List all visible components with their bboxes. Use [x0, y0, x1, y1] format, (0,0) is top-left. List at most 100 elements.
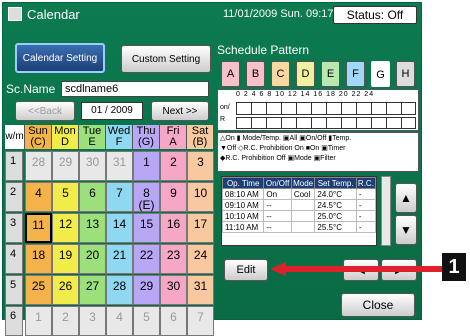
- week-number: 5: [5, 275, 23, 305]
- table-cell: 10:10 AM: [221, 210, 265, 222]
- schedule-name-label: Sc.Name: [6, 82, 56, 96]
- calendar-day-cell[interactable]: 17: [187, 213, 214, 243]
- week-number: 2: [5, 182, 23, 212]
- table-cell: -: [355, 210, 377, 222]
- scroll-down-button[interactable]: ▼: [395, 215, 417, 245]
- legend-line: ◆R.C. Prohibition Off ▣Mode ▣Filter: [220, 155, 336, 162]
- table-row[interactable]: 09:10 AM -- 24.5°C -: [221, 199, 377, 211]
- pattern-button-b[interactable]: B: [246, 61, 265, 87]
- day-header-thu: Thu (G): [133, 125, 160, 149]
- calendar-day-cell[interactable]: 13: [79, 213, 106, 243]
- calendar-day-cell[interactable]: 26: [52, 275, 79, 305]
- calendar-day-cell[interactable]: 30: [160, 275, 187, 305]
- calendar-day-cell[interactable]: 3: [187, 151, 214, 181]
- legend-line: △On ▮ Mode/Temp. ▣All ▣On/Off ▮Temp.: [220, 135, 352, 142]
- tab-calendar-setting[interactable]: Calendar Setting: [15, 43, 105, 73]
- column-header: Set Temp.: [314, 177, 357, 189]
- calendar-day-cell[interactable]: 22: [133, 244, 160, 274]
- table-row[interactable]: 08:10 AM On Cool 24.0°C -: [221, 188, 377, 200]
- calendar-day-cell[interactable]: 1: [133, 151, 160, 181]
- calendar-day-cell[interactable]: 6: [160, 306, 187, 336]
- pattern-button-c[interactable]: C: [271, 61, 290, 87]
- table-header-row: Op. Time On/Off Mode Set Temp. R.C.: [221, 177, 377, 189]
- calendar-day-cell[interactable]: 2: [52, 306, 79, 336]
- calendar-day-cell[interactable]: 31: [106, 151, 133, 181]
- legend: △On ▮ Mode/Temp. ▣All ▣On/Off ▮Temp. ▼Of…: [217, 132, 419, 172]
- calendar-day-cell[interactable]: 27: [79, 275, 106, 305]
- calendar-day-cell[interactable]: 4: [25, 182, 52, 212]
- day-header-sun: Sun (C): [25, 125, 52, 149]
- calendar-day-cell[interactable]: 5: [52, 182, 79, 212]
- calendar-day-cell[interactable]: 28: [106, 275, 133, 305]
- back-button[interactable]: <<Back: [15, 101, 75, 121]
- table-cell: 11:10 AM: [221, 221, 265, 233]
- table-scrollbar[interactable]: [381, 176, 391, 246]
- calendar-day-cell[interactable]: 24: [187, 244, 214, 274]
- calendar-day-cell[interactable]: 29: [133, 275, 160, 305]
- scroll-up-button[interactable]: ▲: [395, 183, 417, 213]
- pattern-button-g[interactable]: G: [371, 61, 390, 87]
- column-header: On/Off: [263, 177, 292, 189]
- status-badge: Status: Off: [333, 6, 417, 24]
- calendar-day-cell[interactable]: 6: [79, 182, 106, 212]
- table-cell: --: [263, 221, 292, 233]
- table-row[interactable]: 11:10 AM -- 25.5°C -: [221, 221, 377, 233]
- timeline-hours: 0 2 4 6 8 10 12 14 16 18 20 22 24: [236, 91, 375, 98]
- day-header-wed: Wed F: [106, 125, 133, 149]
- legend-line: ▼Off ◇R.C. Prohibition On ■On ▣Timer: [220, 145, 346, 152]
- calendar-day-cell[interactable]: 10: [187, 182, 214, 212]
- calendar-day-cell[interactable]: 15: [133, 213, 160, 243]
- calendar-day-cell[interactable]: 3: [79, 306, 106, 336]
- table-cell: 24.5°C: [314, 199, 357, 211]
- pattern-button-a[interactable]: A: [221, 61, 240, 87]
- calendar-day-cell[interactable]: 20: [79, 244, 106, 274]
- column-header: R.C.: [355, 177, 377, 189]
- calendar-day-cell[interactable]: 31: [187, 275, 214, 305]
- calendar-day-cell[interactable]: 4: [106, 306, 133, 336]
- calendar-day-cell[interactable]: 21: [106, 244, 133, 274]
- pattern-button-h[interactable]: H: [396, 61, 415, 87]
- close-button[interactable]: Close: [341, 293, 415, 317]
- calendar-day-cell[interactable]: 7: [187, 306, 214, 336]
- table-cell: 24.0°C: [314, 188, 357, 200]
- calendar-day-cell[interactable]: 28: [25, 151, 52, 181]
- calendar-day-cell[interactable]: 18: [25, 244, 52, 274]
- edit-button[interactable]: Edit: [224, 259, 268, 281]
- table-row[interactable]: 10:10 AM -- 25.0°C -: [221, 210, 377, 222]
- pattern-button-e[interactable]: E: [321, 61, 340, 87]
- calendar-day-cell[interactable]: 8 (E): [133, 182, 160, 212]
- calendar-day-cell[interactable]: 11: [25, 213, 52, 243]
- week-number: 6: [5, 306, 23, 336]
- calendar-day-cell[interactable]: 9: [160, 182, 187, 212]
- callout-number: 1: [442, 253, 466, 281]
- pattern-button-f[interactable]: F: [346, 61, 365, 87]
- table-cell: -: [355, 221, 377, 233]
- window-title: Calendar: [27, 7, 80, 22]
- calendar-day-cell[interactable]: 2: [160, 151, 187, 181]
- calendar-day-cell[interactable]: 23: [160, 244, 187, 274]
- calendar-day-cell[interactable]: 25: [25, 275, 52, 305]
- table-cell: [290, 221, 316, 233]
- table-cell: -: [355, 188, 377, 200]
- week-number: 4: [5, 244, 23, 274]
- calendar-day-cell[interactable]: 30: [79, 151, 106, 181]
- next-button[interactable]: Next >>: [151, 101, 209, 121]
- table-cell: -: [355, 199, 377, 211]
- calendar-day-cell[interactable]: 16: [160, 213, 187, 243]
- pattern-button-d[interactable]: D: [296, 61, 315, 87]
- calendar-day-cell[interactable]: 14: [106, 213, 133, 243]
- week-header: w/m: [5, 125, 25, 149]
- calendar-day-cell[interactable]: 29: [52, 151, 79, 181]
- calendar-day-cell[interactable]: 5: [133, 306, 160, 336]
- day-header-fri: Fri A: [160, 125, 187, 149]
- calendar-day-cell[interactable]: 1: [25, 306, 52, 336]
- table-cell: 08:10 AM: [221, 188, 265, 200]
- calendar-day-cell[interactable]: 19: [52, 244, 79, 274]
- table-cell: 25.0°C: [314, 210, 357, 222]
- schedule-name-field[interactable]: scdlname6: [61, 81, 209, 97]
- schedule-table: Op. Time On/Off Mode Set Temp. R.C. 08:10 AM…: [221, 176, 377, 246]
- calendar-day-cell[interactable]: 7: [106, 182, 133, 212]
- table-cell: [290, 210, 316, 222]
- calendar-day-cell[interactable]: 12: [52, 213, 79, 243]
- tab-custom-setting[interactable]: Custom Setting: [121, 45, 211, 73]
